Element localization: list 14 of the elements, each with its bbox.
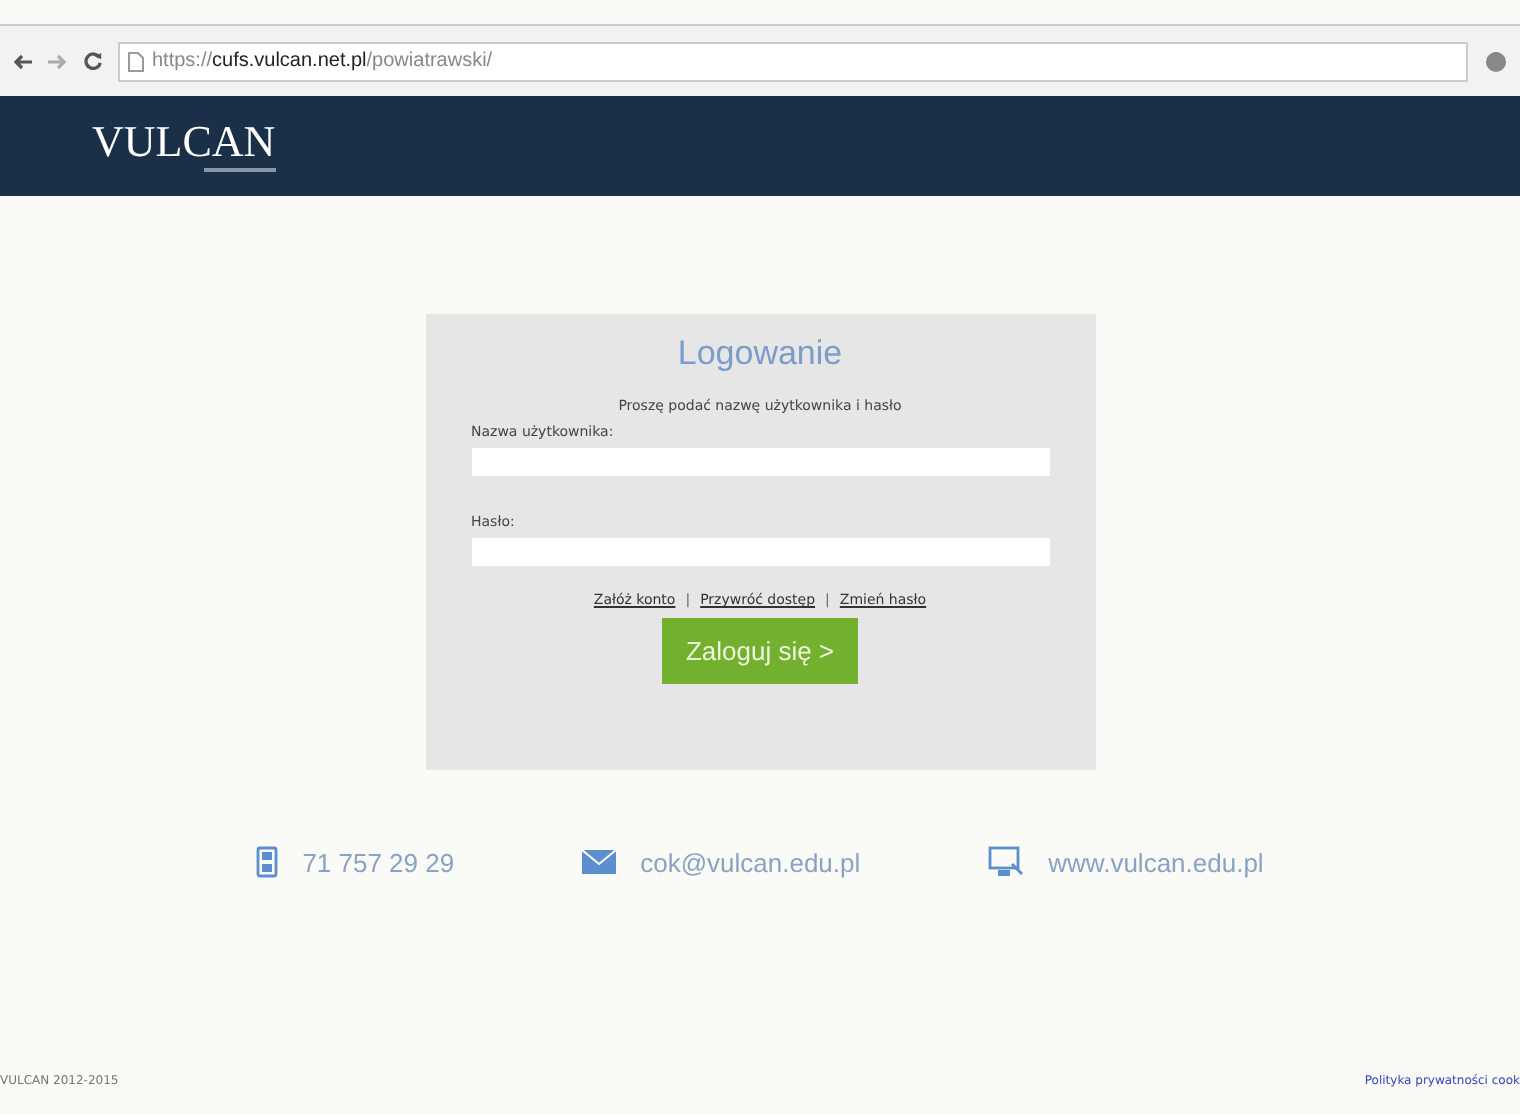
input-field[interactable] <box>471 538 1049 566</box>
back-icon[interactable] <box>12 53 32 69</box>
input-field[interactable] <box>471 448 1049 476</box>
forward-icon[interactable] <box>48 53 68 69</box>
reload-icon[interactable] <box>84 52 102 70</box>
vulcan-logo: VULCAN <box>92 120 276 172</box>
address-bar[interactable]: https://cufs.vulcan.net.pl/powiatrawski/ <box>118 41 1468 81</box>
extension-icon[interactable] <box>1484 49 1508 73</box>
monitor-icon <box>988 846 1025 878</box>
envelope-icon <box>582 850 617 874</box>
contact-text: 71 757 29 29 <box>302 847 455 877</box>
page-icon <box>128 51 144 71</box>
login-title: Logowanie <box>677 334 843 374</box>
phone-icon <box>256 846 279 878</box>
